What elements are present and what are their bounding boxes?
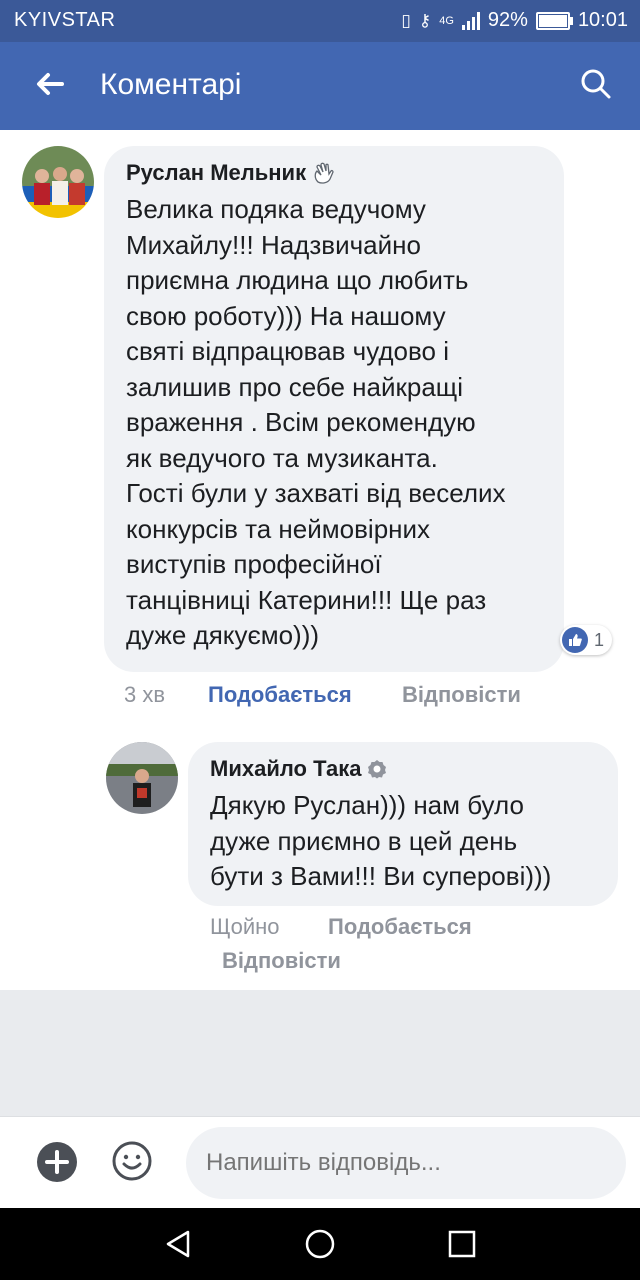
like-button[interactable]: Подобається — [208, 682, 352, 708]
nav-back-icon[interactable] — [160, 1226, 196, 1262]
reaction-count: 1 — [594, 629, 605, 650]
emoji-icon[interactable] — [110, 1139, 154, 1183]
carrier-name: KYIVSTAR — [14, 9, 116, 31]
nav-recents-icon[interactable] — [444, 1226, 480, 1262]
comment-time: 3 хв — [124, 682, 166, 707]
network-type: 4G — [439, 14, 454, 27]
clock: 10:01 — [577, 9, 628, 31]
verified-badge-icon — [368, 760, 387, 779]
author-name[interactable]: Руслан Мельник — [126, 160, 306, 186]
battery-percent: 92% — [487, 9, 528, 31]
key-icon: ⚷ — [418, 10, 432, 30]
reply-time: Щойно — [210, 914, 280, 939]
avatar[interactable] — [106, 742, 178, 814]
reply-button[interactable]: Відповісти — [402, 682, 521, 708]
reply-bubble[interactable]: Михайло Така Дякую Руслан))) нам було ду… — [188, 742, 618, 906]
add-icon[interactable] — [36, 1141, 78, 1183]
reply-button[interactable]: Відповісти — [222, 948, 341, 974]
search-icon[interactable] — [578, 66, 614, 102]
reaction-badge[interactable]: 1 — [560, 625, 613, 655]
signal-icon — [461, 11, 480, 30]
status-bar: KYIVSTAR ▯ ⚷ 4G 92% 10:01 — [0, 0, 640, 42]
divider-area — [0, 990, 640, 1116]
status-icons: ▯ ⚷ 4G 92% 10:01 — [401, 9, 628, 32]
back-arrow-icon[interactable] — [30, 64, 70, 104]
system-nav-bar — [0, 1208, 640, 1280]
comment-bubble[interactable]: Руслан Мельник Велика подяка ведучому Ми… — [104, 146, 564, 672]
reply-input[interactable] — [186, 1127, 626, 1199]
avatar[interactable] — [22, 146, 94, 218]
comment-author[interactable]: Руслан Мельник — [126, 160, 542, 186]
like-button[interactable]: Подобається — [328, 914, 472, 940]
nav-home-icon[interactable] — [302, 1226, 338, 1262]
reply-text: Дякую Руслан))) нам було дуже приємно в … — [210, 790, 552, 891]
vibrate-icon: ▯ — [401, 10, 411, 30]
reply-composer — [0, 1116, 640, 1209]
page-title: Коментарі — [100, 68, 242, 101]
app-bar: Коментарі — [0, 42, 640, 130]
author-name[interactable]: Михайло Така — [210, 756, 361, 782]
battery-icon — [535, 11, 573, 30]
reply-author[interactable]: Михайло Така — [210, 756, 596, 782]
comment-text: Велика подяка ведучому Михайлу!!! Надзви… — [126, 194, 506, 650]
thumbs-up-icon — [562, 627, 588, 653]
wave-hand-icon — [314, 162, 334, 184]
